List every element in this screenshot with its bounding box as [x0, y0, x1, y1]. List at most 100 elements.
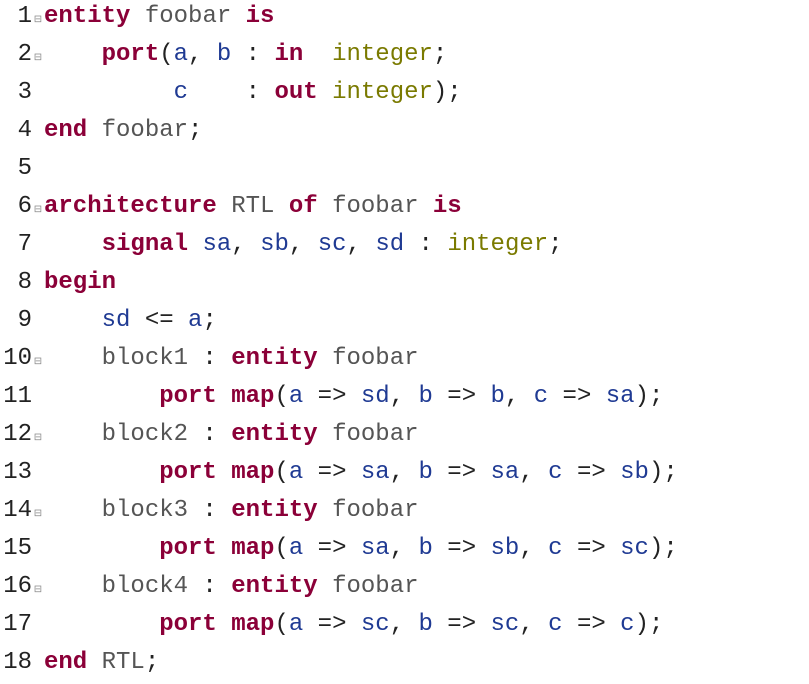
token — [44, 383, 159, 410]
token: , — [390, 383, 419, 410]
token: sc — [620, 535, 649, 562]
token — [44, 231, 102, 258]
token: ); — [433, 79, 462, 106]
fold-icon[interactable]: ⊟ — [32, 422, 44, 456]
token: , — [519, 535, 548, 562]
token: , — [390, 459, 419, 486]
line-number: 3 — [0, 76, 32, 110]
code-text: begin — [44, 266, 116, 300]
line-number: 6 — [0, 190, 32, 224]
fold-icon[interactable]: ⊟ — [32, 42, 44, 76]
code-line: 1⊟entity foobar is — [0, 0, 809, 38]
token: , — [519, 611, 548, 638]
token — [44, 459, 159, 486]
token: c — [548, 611, 562, 638]
token: a — [289, 611, 303, 638]
token: ; — [202, 307, 216, 334]
code-text: port map(a => sa, b => sb, c => sc); — [44, 532, 678, 566]
code-line: 12⊟ block2 : entity foobar — [0, 418, 809, 456]
token: entity — [231, 345, 317, 372]
token — [217, 611, 231, 638]
code-line: 5 — [0, 152, 809, 190]
token: sc — [318, 231, 347, 258]
fold-icon — [32, 612, 44, 646]
token: , — [519, 459, 548, 486]
token: ; — [548, 231, 562, 258]
token: block4 — [102, 573, 188, 600]
token: entity — [231, 497, 317, 524]
token — [130, 3, 144, 30]
fold-icon — [32, 80, 44, 114]
token: foobar — [332, 345, 418, 372]
token: : — [188, 421, 231, 448]
token: b — [419, 611, 433, 638]
token — [87, 649, 101, 676]
token: ( — [274, 611, 288, 638]
code-text: port map(a => sc, b => sc, c => c); — [44, 608, 663, 642]
code-text: signal sa, sb, sc, sd : integer; — [44, 228, 563, 262]
code-line: 6⊟architecture RTL of foobar is — [0, 190, 809, 228]
code-line: 7 signal sa, sb, sc, sd : integer; — [0, 228, 809, 266]
code-line: 4 end foobar; — [0, 114, 809, 152]
code-text: sd <= a; — [44, 304, 217, 338]
token — [188, 231, 202, 258]
token: a — [289, 383, 303, 410]
fold-icon[interactable]: ⊟ — [32, 194, 44, 228]
code-text: port map(a => sd, b => b, c => sa); — [44, 380, 663, 414]
token: ); — [649, 535, 678, 562]
token: : — [188, 79, 274, 106]
code-text: c : out integer); — [44, 76, 462, 110]
token: end — [44, 117, 87, 144]
token: is — [433, 193, 462, 220]
token: in — [274, 41, 303, 68]
token: out — [274, 79, 317, 106]
token — [44, 41, 102, 68]
line-number: 15 — [0, 532, 32, 566]
code-text: architecture RTL of foobar is — [44, 190, 462, 224]
token: foobar — [102, 117, 188, 144]
token: c — [548, 459, 562, 486]
token: => — [433, 383, 491, 410]
token: of — [289, 193, 318, 220]
token — [318, 345, 332, 372]
token: block3 — [102, 497, 188, 524]
token: a — [289, 459, 303, 486]
token: port — [159, 611, 217, 638]
token — [318, 573, 332, 600]
token: block1 — [102, 345, 188, 372]
token — [87, 117, 101, 144]
line-number: 2 — [0, 38, 32, 72]
fold-icon[interactable]: ⊟ — [32, 574, 44, 608]
token: , — [188, 41, 217, 68]
code-text: port map(a => sa, b => sa, c => sb); — [44, 456, 678, 490]
code-line: 2⊟ port(a, b : in integer; — [0, 38, 809, 76]
fold-icon — [32, 156, 44, 190]
token: : — [188, 497, 231, 524]
token: ( — [274, 383, 288, 410]
token: integer — [332, 41, 433, 68]
token: => — [303, 611, 361, 638]
code-line: 15 port map(a => sa, b => sb, c => sc); — [0, 532, 809, 570]
line-number: 1 — [0, 0, 32, 34]
token — [44, 535, 159, 562]
token: sc — [491, 611, 520, 638]
token: port — [159, 459, 217, 486]
fold-icon[interactable]: ⊟ — [32, 498, 44, 532]
token: => — [563, 611, 621, 638]
fold-icon[interactable]: ⊟ — [32, 346, 44, 380]
token: ( — [274, 459, 288, 486]
token — [318, 497, 332, 524]
code-text: block1 : entity foobar — [44, 342, 419, 376]
token: sa — [491, 459, 520, 486]
token: a — [174, 41, 188, 68]
token — [217, 383, 231, 410]
token: ( — [159, 41, 173, 68]
token: : — [188, 573, 231, 600]
line-number: 18 — [0, 646, 32, 680]
token: entity — [44, 3, 130, 30]
fold-icon[interactable]: ⊟ — [32, 4, 44, 38]
fold-icon — [32, 118, 44, 152]
token: map — [231, 383, 274, 410]
code-line: 17 port map(a => sc, b => sc, c => c); — [0, 608, 809, 646]
code-line: 3 c : out integer); — [0, 76, 809, 114]
